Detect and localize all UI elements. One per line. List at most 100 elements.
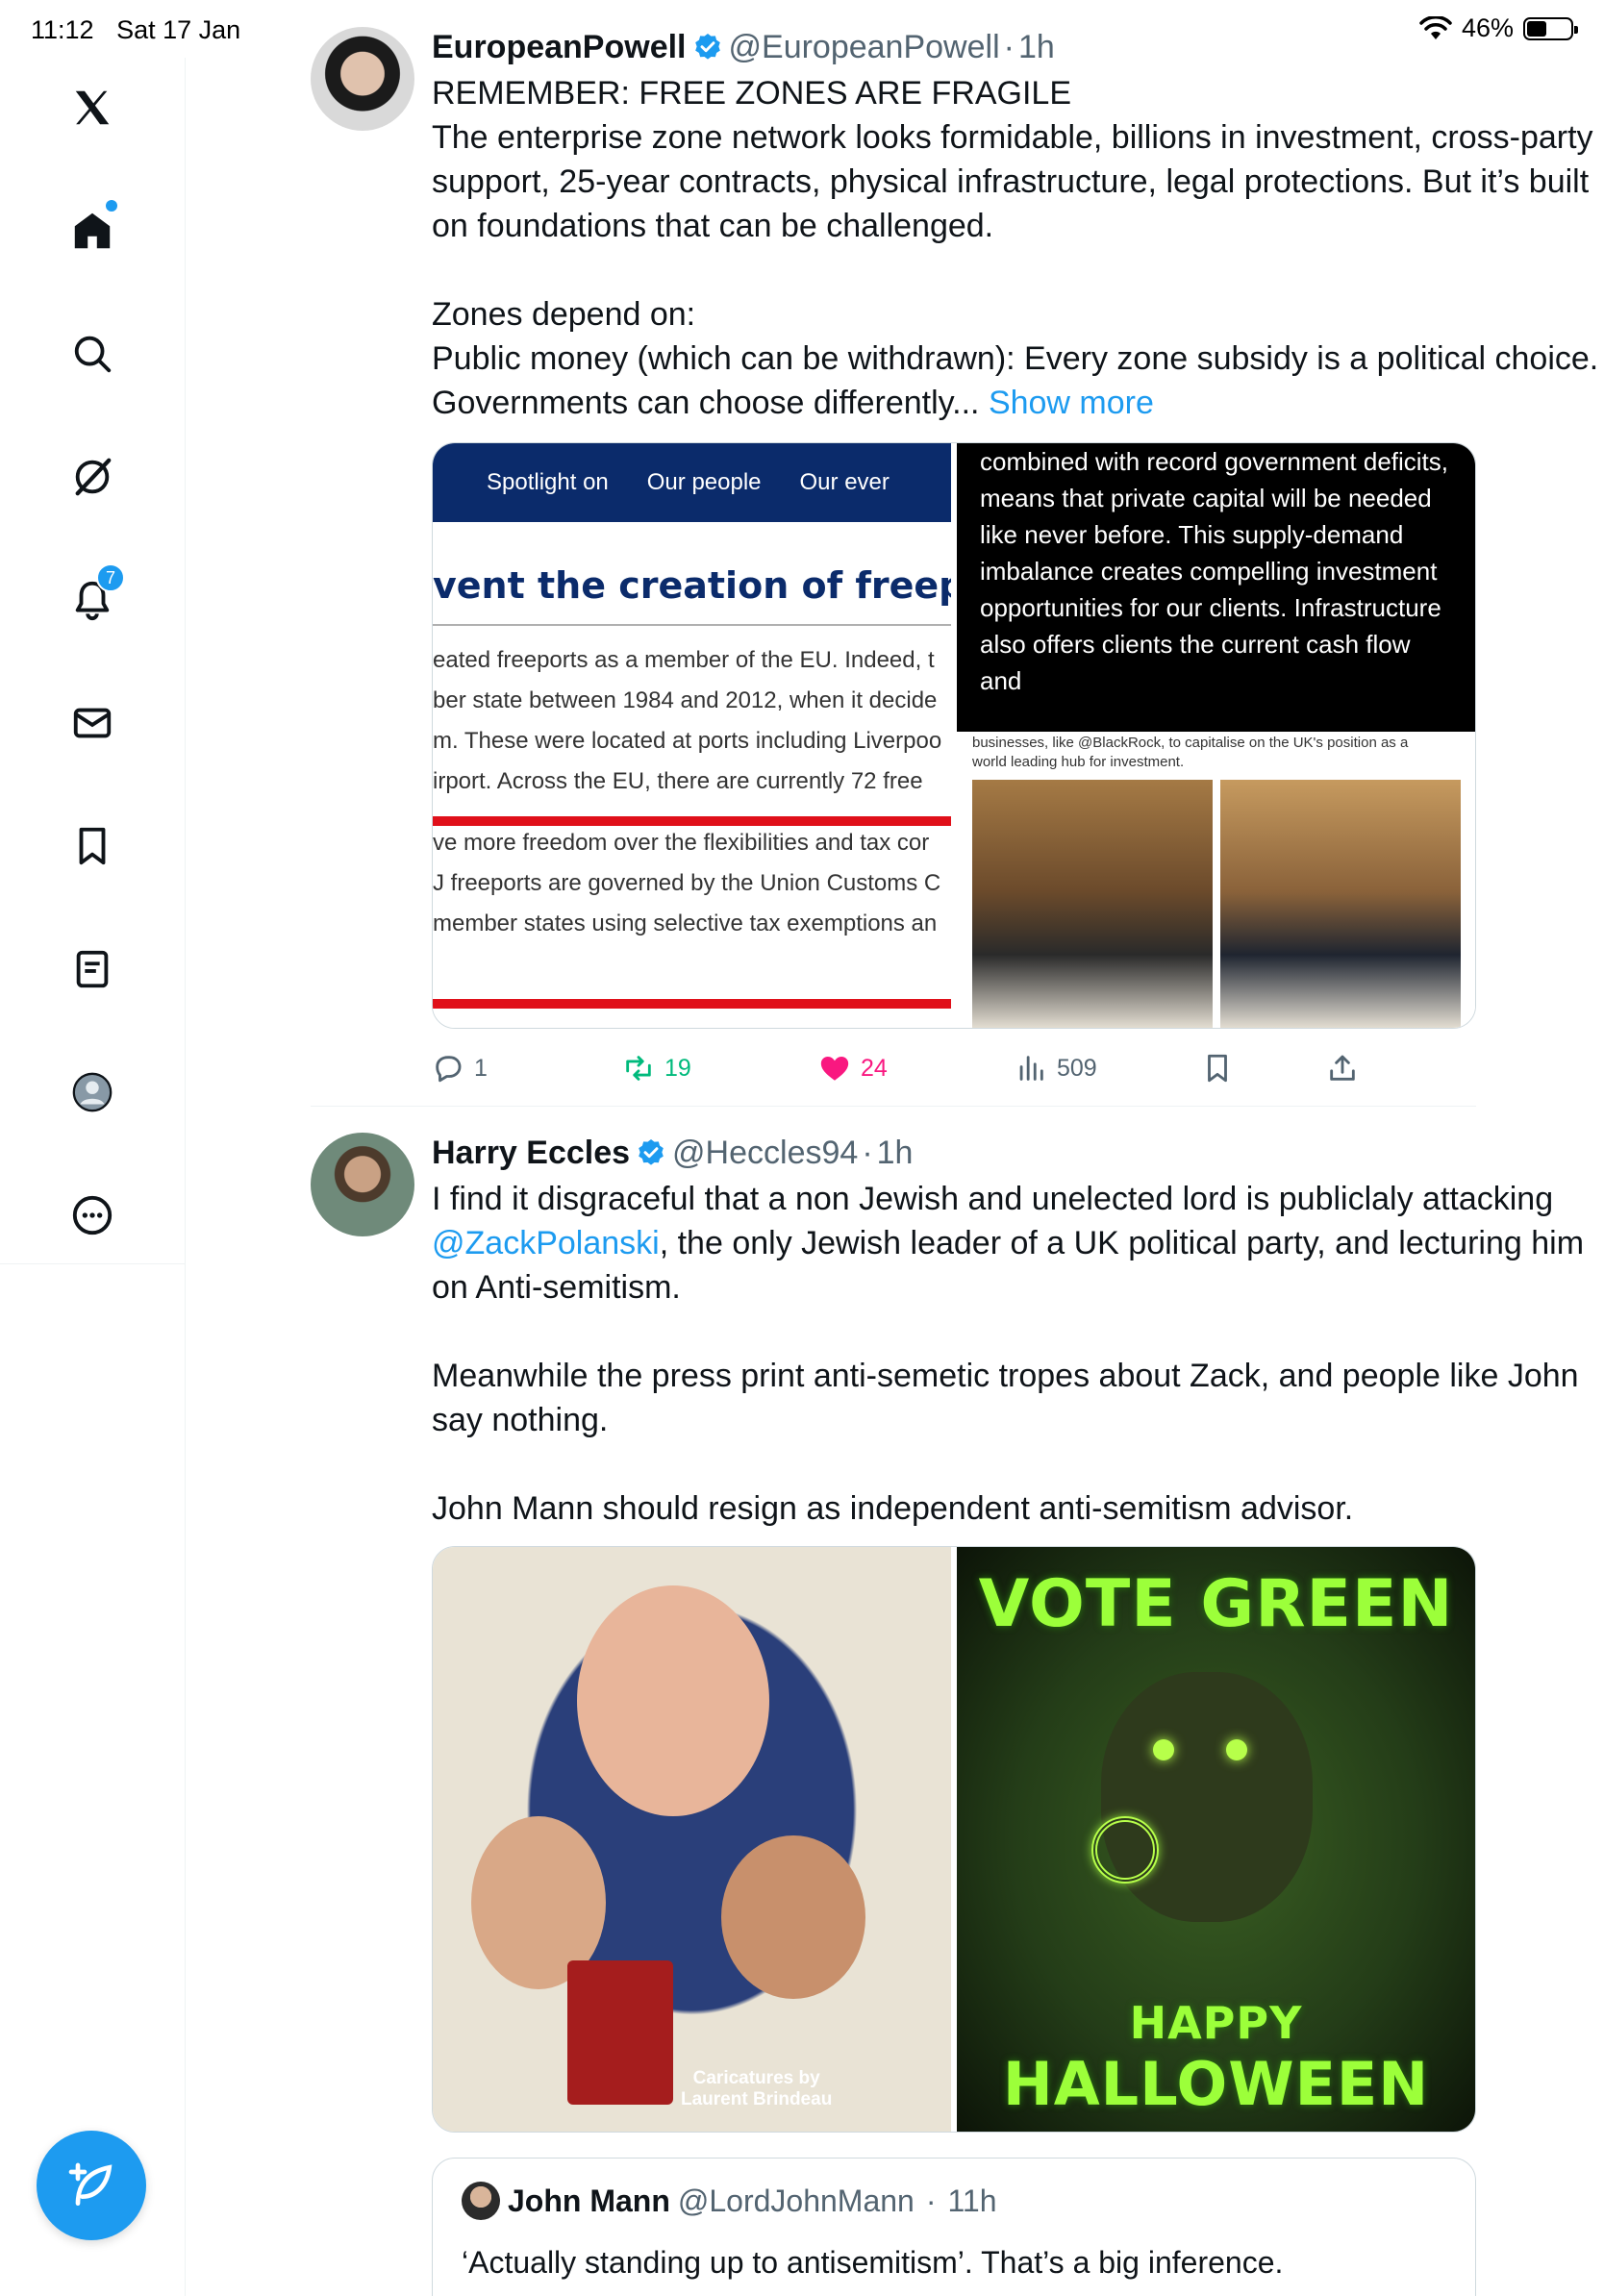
share-icon bbox=[1330, 1055, 1355, 1081]
sidebar-divider bbox=[0, 1263, 186, 1264]
media-image-vote-green[interactable]: VOTE GREEN HAPPY HALLOWEEN bbox=[957, 1547, 1475, 2132]
views-count: 509 bbox=[1057, 1054, 1097, 1082]
quoted-tweet-text: ‘Actually standing up to antisemitism’. … bbox=[462, 2245, 1284, 2280]
mention-link[interactable]: @ZackPolanski bbox=[432, 1225, 660, 1261]
poster-footer: HALLOWEEN bbox=[1002, 2049, 1430, 2119]
red-rule bbox=[433, 999, 951, 1009]
image-credit: Caricatures by Laurent Brindeau bbox=[681, 2068, 832, 2110]
sidebar-item-profile[interactable] bbox=[54, 1054, 131, 1131]
sidebar-item-home[interactable] bbox=[54, 192, 131, 269]
tweet[interactable]: Harry Eccles @Heccles94 · 1h I find it d… bbox=[311, 1131, 1604, 2296]
author-name[interactable]: EuropeanPowell bbox=[432, 29, 687, 66]
quoted-author-name: John Mann bbox=[508, 2183, 670, 2218]
tweet-separator bbox=[311, 1106, 1476, 1107]
analytics-icon bbox=[1019, 1056, 1043, 1081]
status-time: 11:12 bbox=[31, 15, 94, 44]
media-image-caricature[interactable]: Caricatures by Laurent Brindeau bbox=[433, 1547, 951, 2132]
article-line: J freeports are governed by the Union Cu… bbox=[433, 870, 941, 896]
red-case bbox=[567, 1960, 673, 2105]
sidebar-item-notifications[interactable]: 7 bbox=[54, 562, 131, 638]
quoted-time: 11h bbox=[947, 2183, 997, 2218]
separator-dot: · bbox=[862, 1134, 873, 1171]
bookmark-icon bbox=[1208, 1054, 1227, 1083]
author-handle[interactable]: @EuropeanPowell bbox=[729, 29, 1000, 66]
separator-dot: · bbox=[1003, 28, 1015, 65]
quoted-author-handle: @LordJohnMann bbox=[677, 2183, 915, 2218]
article-nav-item: Our ever bbox=[799, 469, 890, 495]
share-button[interactable] bbox=[1326, 1052, 1359, 1085]
sidebar-item-search[interactable] bbox=[54, 315, 131, 392]
notifications-badge: 7 bbox=[96, 563, 125, 592]
caricature-face bbox=[721, 1835, 865, 1999]
tweet-time[interactable]: 1h bbox=[877, 1135, 914, 1172]
views-button[interactable]: 509 bbox=[1015, 1052, 1097, 1085]
home-icon bbox=[74, 212, 111, 249]
article-title: vent the creation of freeports bbox=[433, 564, 951, 607]
reply-button[interactable]: 1 bbox=[432, 1052, 488, 1085]
tweet-media[interactable]: Caricatures by Laurent Brindeau VOTE GRE… bbox=[432, 1546, 1476, 2133]
red-rule bbox=[433, 816, 951, 826]
avatar bbox=[462, 2182, 500, 2220]
sidebar-item-bookmarks[interactable] bbox=[54, 808, 131, 885]
tweet-text-main: REMEMBER: FREE ZONES ARE FRAGILE The ent… bbox=[432, 75, 1599, 421]
compose-button[interactable] bbox=[37, 2131, 146, 2240]
show-more-link[interactable]: Show more bbox=[989, 385, 1154, 421]
verified-badge-icon bbox=[639, 1139, 664, 1165]
bookmark-button[interactable] bbox=[1201, 1052, 1234, 1085]
media-image-article[interactable]: Spotlight on Our people Our ever vent th… bbox=[433, 443, 951, 1028]
article-line: eated freeports as a member of the EU. I… bbox=[433, 647, 935, 673]
sidebar-item-more[interactable] bbox=[54, 1177, 131, 1254]
quoted-tweet-header: John Mann @LordJohnMann · 11h bbox=[462, 2182, 997, 2220]
image-caption: businesses, like @BlackRock, to capitali… bbox=[972, 734, 1408, 772]
retweet-icon bbox=[626, 1056, 651, 1081]
author-handle[interactable]: @Heccles94 bbox=[672, 1135, 858, 1172]
meeting-photo bbox=[972, 780, 1213, 1028]
quote-overlay: combined with record government deficits… bbox=[957, 443, 1475, 732]
tweet-media[interactable]: Spotlight on Our people Our ever vent th… bbox=[432, 442, 1476, 1029]
sidebar-item-messages[interactable] bbox=[54, 685, 131, 761]
poster-headline: VOTE GREEN bbox=[978, 1566, 1454, 1642]
caption-line: businesses, like @BlackRock, to capitali… bbox=[972, 735, 1409, 751]
glowing-eye bbox=[1226, 1739, 1247, 1760]
glowing-eye bbox=[1153, 1739, 1174, 1760]
tweet-actions: 1 19 24 509 bbox=[432, 1044, 1393, 1092]
credit-line: Caricatures by bbox=[692, 2068, 820, 2088]
sidebar-item-lists[interactable] bbox=[54, 931, 131, 1008]
retweet-button[interactable]: 19 bbox=[622, 1052, 691, 1085]
article-nav-item: Spotlight on bbox=[487, 469, 609, 495]
tweet-time[interactable]: 1h bbox=[1018, 29, 1055, 66]
heart-filled-icon bbox=[820, 1056, 849, 1081]
tweet-text-paragraph: Meanwhile the press print anti-semetic t… bbox=[432, 1358, 1588, 1438]
quoted-tweet[interactable]: John Mann @LordJohnMann · 11h ‘Actually … bbox=[432, 2158, 1476, 2296]
avatar[interactable] bbox=[311, 1133, 414, 1236]
poster-figure bbox=[1101, 1672, 1313, 1922]
tweet-text: REMEMBER: FREE ZONES ARE FRAGILE The ent… bbox=[432, 71, 1604, 425]
retweet-count: 19 bbox=[664, 1054, 691, 1082]
article-rule bbox=[433, 624, 951, 626]
verified-badge-icon bbox=[694, 34, 720, 60]
article-line: m. These were located at ports including… bbox=[433, 728, 942, 754]
reply-icon bbox=[436, 1056, 462, 1083]
article-line: irport. Across the EU, there are current… bbox=[433, 768, 923, 794]
caricature-face bbox=[577, 1585, 769, 1816]
bookmarks-icon bbox=[79, 827, 106, 865]
media-image-blackrock[interactable]: combined with record government deficits… bbox=[957, 443, 1475, 1028]
article-line: ve more freedom over the flexibilities a… bbox=[433, 830, 930, 856]
like-count: 24 bbox=[861, 1054, 888, 1082]
caption-line: world leading hub for investment. bbox=[972, 754, 1185, 770]
tweet[interactable]: EuropeanPowell @EuropeanPowell · 1h REME… bbox=[311, 25, 1604, 1106]
home-unread-dot bbox=[106, 200, 117, 212]
more-icon bbox=[72, 1195, 113, 1235]
article-line: member states using selective tax exempt… bbox=[433, 911, 938, 936]
author-name[interactable]: Harry Eccles bbox=[432, 1135, 630, 1172]
avatar[interactable] bbox=[311, 27, 414, 131]
x-logo-icon[interactable] bbox=[54, 69, 131, 146]
status-time-date: 11:12 Sat 17 Jan bbox=[31, 15, 256, 45]
tweet-text: I find it disgraceful that a non Jewish … bbox=[432, 1177, 1604, 1310]
like-button[interactable]: 24 bbox=[818, 1052, 888, 1085]
compose-icon bbox=[68, 2162, 113, 2206]
tweet-header: EuropeanPowell @EuropeanPowell · 1h bbox=[432, 25, 1604, 69]
search-icon bbox=[74, 336, 112, 373]
sidebar-item-grok[interactable] bbox=[54, 438, 131, 515]
profile-icon bbox=[72, 1072, 113, 1112]
